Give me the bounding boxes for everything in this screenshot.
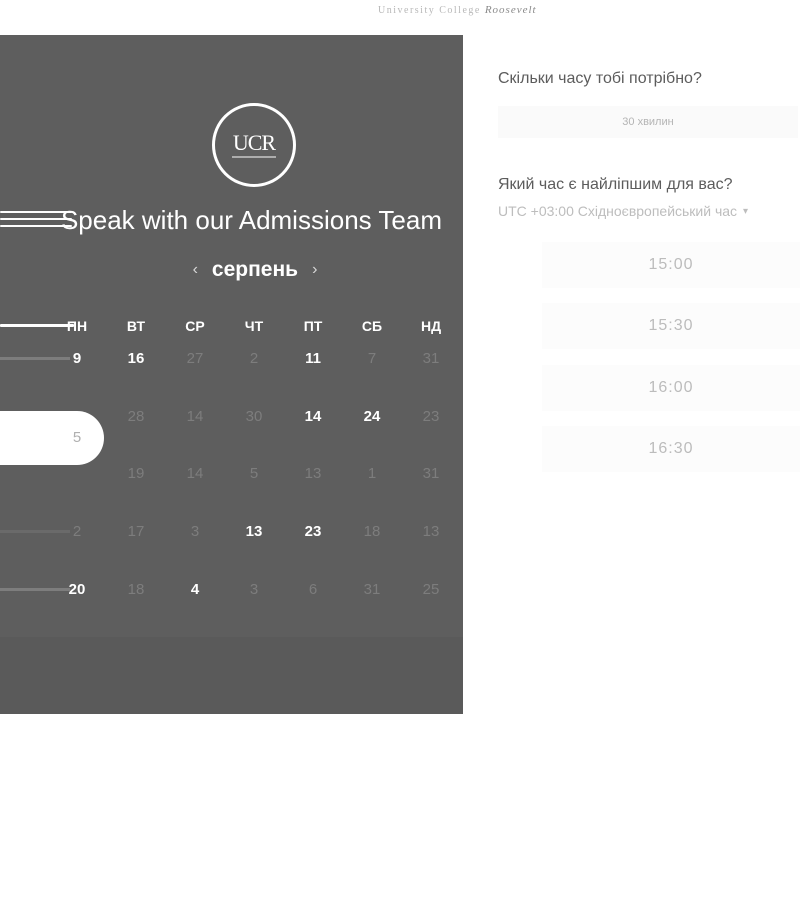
weekday-fri: ПТ (303, 318, 323, 334)
logo-underline (232, 156, 276, 158)
caret-down-icon: ▾ (743, 205, 749, 217)
calendar-day[interactable]: 9 (57, 344, 97, 374)
calendar-day: 2 (249, 350, 259, 367)
timezone-value: UTC +03:00 Східноєвропейський час (498, 203, 738, 219)
calendar-day: 14 (186, 465, 204, 482)
time-slot[interactable]: 16:00 (542, 365, 800, 411)
calendar-day[interactable]: 14 (293, 402, 333, 432)
brand-header: University College Roosevelt (378, 4, 537, 16)
weekday-sun: НД (420, 318, 442, 334)
calendar-day: 17 (127, 523, 145, 540)
calendar-day: 2 (72, 523, 82, 540)
selected-day[interactable]: 5 (57, 423, 97, 453)
weekday-sat: СБ (361, 318, 383, 334)
calendar-day[interactable]: 13 (234, 517, 274, 547)
brand-prefix: University College (378, 5, 481, 16)
time-slot[interactable]: 16:30 (542, 426, 800, 472)
calendar-week: 2 17 3 13 23 18 13 (0, 517, 463, 547)
calendar-day: 5 (249, 465, 259, 482)
calendar-day: 3 (190, 523, 200, 540)
time-question: Який час є найліпшим для вас? (498, 176, 733, 193)
calendar-day: 27 (186, 350, 204, 367)
calendar-day: 13 (304, 465, 322, 482)
month-navigation: ‹ серпень › (180, 255, 330, 285)
calendar-day: 30 (245, 408, 263, 425)
calendar-day[interactable]: 11 (293, 344, 333, 374)
calendar-day: 7 (367, 350, 377, 367)
time-slot[interactable]: 15:30 (542, 303, 800, 349)
calendar-day: 3 (249, 581, 259, 598)
calendar-panel: UCR Speak with our Admissions Team ‹ сер… (0, 35, 463, 714)
calendar-day[interactable]: 23 (293, 517, 333, 547)
calendar-day[interactable]: 4 (175, 575, 215, 605)
time-slot[interactable]: 15:00 (542, 242, 800, 288)
calendar-day: 18 (363, 523, 381, 540)
time-slot-label: 15:30 (648, 317, 694, 334)
calendar-day: 19 (127, 465, 145, 482)
duration-question: Скільки часу тобі потрібно? (498, 70, 702, 87)
calendar-day[interactable]: 16 (116, 344, 156, 374)
weekday-wed: СР (185, 318, 205, 334)
brand-name: Roosevelt (484, 4, 537, 16)
calendar-day: 31 (422, 350, 440, 367)
calendar-day[interactable]: 24 (352, 402, 392, 432)
calendar-footer (0, 637, 463, 714)
calendar-day: 28 (127, 408, 145, 425)
calendar-week: 9 16 27 2 11 7 31 (0, 344, 463, 374)
weekday-tue: ВТ (126, 318, 146, 334)
duration-select[interactable]: 30 хвилин (498, 106, 798, 138)
month-label: серпень (211, 258, 299, 281)
calendar-day: 25 (422, 581, 440, 598)
weekday-mon: ПН (66, 318, 88, 334)
calendar-day: 6 (308, 581, 318, 598)
calendar-day: 31 (363, 581, 381, 598)
chevron-left-icon[interactable]: ‹ (193, 261, 198, 279)
calendar-day: 18 (127, 581, 145, 598)
calendar-day: 23 (422, 408, 440, 425)
calendar-week: 20 18 4 3 6 31 25 (0, 575, 463, 605)
time-slot-label: 15:00 (648, 256, 694, 273)
calendar-day: 13 (422, 523, 440, 540)
duration-value: 30 хвилин (622, 116, 674, 128)
calendar-day: 31 (422, 465, 440, 482)
ucr-logo: UCR (212, 103, 296, 187)
timezone-select[interactable]: UTC +03:00 Східноєвропейський час ▾ (498, 203, 748, 219)
chevron-right-icon[interactable]: › (312, 261, 317, 279)
logo-text: UCR (232, 130, 276, 155)
calendar-day: 14 (186, 408, 204, 425)
calendar-title-text: Speak with our Admissions Team (60, 205, 442, 235)
calendar-day[interactable]: 20 (57, 575, 97, 605)
weekday-thu: ЧТ (244, 318, 264, 334)
calendar-title: Speak with our Admissions Team (0, 201, 463, 241)
time-slot-label: 16:30 (648, 440, 694, 457)
time-slot-label: 16:00 (648, 379, 694, 396)
weekday-header: ПН ВТ СР ЧТ ПТ СБ НД (0, 318, 463, 338)
calendar-day: 1 (367, 465, 377, 482)
